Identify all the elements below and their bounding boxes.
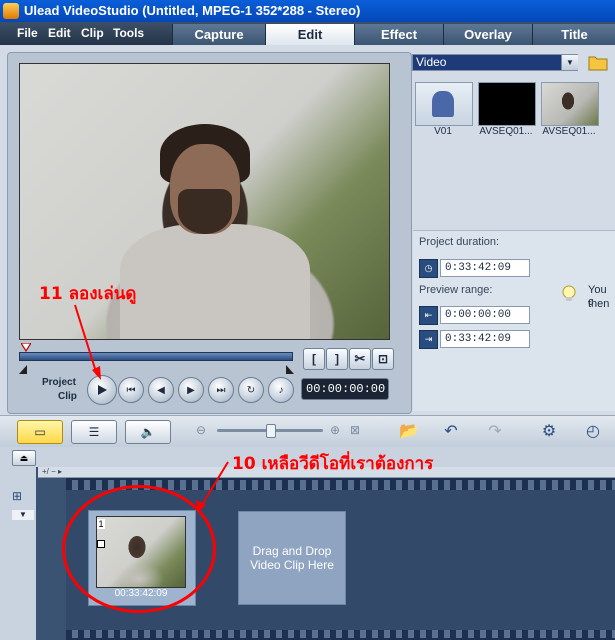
annotation-step-10: 10 เหลือวีดีโอที่เราต้องการ — [232, 454, 434, 474]
annotation-circle — [62, 485, 216, 613]
